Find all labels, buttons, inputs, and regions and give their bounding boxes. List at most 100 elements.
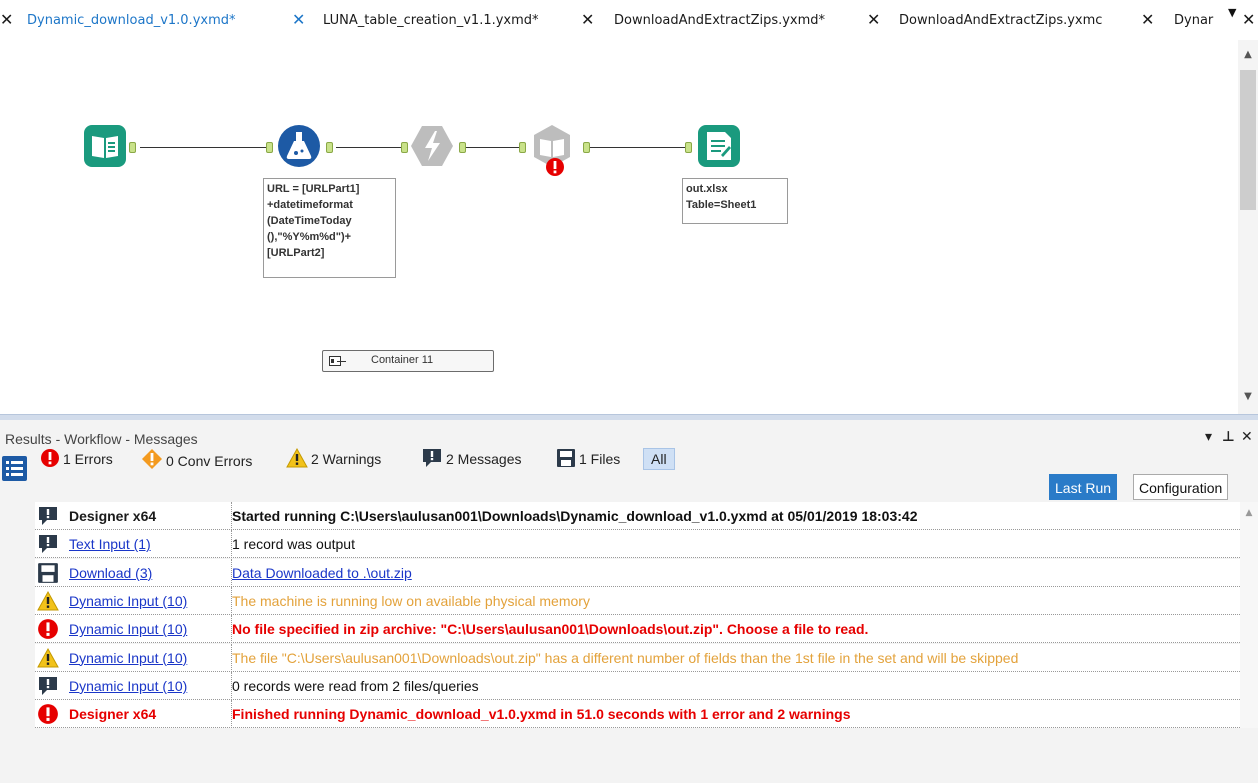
results-panel: Results - Workflow - Messages ▾ ⊥ ✕ ··· …	[0, 420, 1258, 783]
filter-all[interactable]: All	[643, 448, 675, 470]
tab-overflow-dropdown-icon[interactable]: ▼	[1228, 6, 1236, 19]
message-row[interactable]: Text Input (1) 1 record was output	[35, 530, 1240, 559]
message-text: The machine is running low on available …	[231, 586, 1236, 615]
container-label: Container 11	[371, 354, 434, 366]
message-text: Started running C:\Users\aulusan001\Down…	[231, 502, 1236, 530]
error-icon	[37, 703, 59, 725]
input-anchor[interactable]	[519, 142, 526, 153]
tab-dynar[interactable]: Dynar	[1174, 11, 1213, 31]
file-save-icon	[37, 562, 59, 584]
input-anchor[interactable]	[685, 142, 692, 153]
close-tab-icon[interactable]: ✕	[867, 9, 880, 31]
error-icon	[37, 618, 59, 640]
panel-menu-dropdown-icon[interactable]: ▾	[1205, 429, 1212, 445]
formula-tool[interactable]	[277, 124, 321, 168]
panel-title: Results - Workflow - Messages	[5, 431, 198, 447]
message-row[interactable]: Designer x64 Finished running Dynamic_dow…	[35, 700, 1240, 729]
output-anchor[interactable]	[129, 142, 136, 153]
close-tab-icon[interactable]: ✕	[0, 9, 13, 31]
scrollbar-thumb[interactable]	[1240, 70, 1256, 210]
output-annotation: out.xlsx Table=Sheet1	[682, 178, 788, 224]
message-source: Designer x64	[69, 508, 157, 524]
warning-icon	[37, 590, 59, 612]
message-source[interactable]: Text Input (1)	[69, 530, 225, 558]
output-anchor[interactable]	[459, 142, 466, 153]
output-data-tool[interactable]	[697, 124, 741, 168]
output-anchor[interactable]	[326, 142, 333, 153]
close-tab-icon[interactable]: ✕	[1242, 9, 1255, 31]
message-source: Designer x64	[69, 706, 157, 723]
tab-dynamic-download[interactable]: Dynamic_download_v1.0.yxmd*	[27, 11, 236, 31]
input-anchor[interactable]	[266, 142, 273, 153]
connection-line	[336, 147, 402, 148]
filter-errors[interactable]: 1 Errors	[40, 448, 113, 470]
warning-icon	[286, 447, 308, 468]
message-text: The file "C:\Users\aulusan001\Downloads\…	[231, 643, 1236, 672]
scroll-down-icon[interactable]: ▼	[1238, 388, 1258, 406]
close-tab-icon[interactable]: ✕	[581, 9, 594, 31]
workflow-canvas[interactable]: URL = [URLPart1] +datetimeformat (DateTi…	[0, 40, 1238, 414]
output-anchor[interactable]	[583, 142, 590, 153]
filter-errors-label: 1 Errors	[63, 451, 113, 467]
message-text: Finished running Dynamic_download_v1.0.y…	[231, 700, 1236, 729]
list-view-icon[interactable]	[1, 455, 28, 482]
message-text: 0 records were read from 2 files/queries	[231, 671, 1236, 700]
filter-warnings[interactable]: 2 Warnings	[286, 447, 382, 470]
message-text: 1 record was output	[231, 530, 1236, 559]
message-text[interactable]: Data Downloaded to .\out.zip	[231, 558, 1236, 587]
message-source[interactable]: Dynamic Input (10)	[69, 672, 225, 700]
warning-icon	[37, 647, 59, 669]
flask-icon	[278, 125, 320, 167]
message-icon	[37, 675, 59, 697]
message-row[interactable]: Dynamic Input (10) The file "C:\Users\aul…	[35, 643, 1240, 672]
message-row[interactable]: Designer x64 Started running C:\Users\aul…	[35, 502, 1240, 530]
close-panel-icon[interactable]: ✕	[1241, 429, 1253, 445]
tab-download-extract-zips-yxmd[interactable]: DownloadAndExtractZips.yxmd*	[614, 11, 825, 31]
message-row[interactable]: Download (3) Data Downloaded to .\out.zip	[35, 558, 1240, 587]
filter-conv-errors[interactable]: 0 Conv Errors	[141, 448, 252, 470]
error-indicator-icon	[545, 157, 565, 177]
last-run-tab[interactable]: Last Run	[1049, 474, 1118, 500]
input-anchor[interactable]	[401, 142, 408, 153]
scroll-up-icon[interactable]: ▲	[1238, 46, 1258, 64]
message-icon	[37, 505, 59, 527]
filter-messages-label: 2 Messages	[446, 451, 522, 467]
connection-line	[590, 147, 686, 148]
tool-container[interactable]: Container 11	[322, 350, 494, 372]
tab-download-extract-zips-yxmc[interactable]: DownloadAndExtractZips.yxmc	[899, 11, 1102, 31]
message-source[interactable]: Dynamic Input (10)	[69, 615, 225, 643]
message-row[interactable]: Dynamic Input (10) The machine is running…	[35, 586, 1240, 615]
download-tool[interactable]	[410, 124, 454, 168]
conversion-error-icon	[142, 449, 162, 469]
connection-line	[140, 147, 266, 148]
formula-annotation: URL = [URLPart1] +datetimeformat (DateTi…	[263, 178, 396, 278]
message-row[interactable]: Dynamic Input (10) 0 records were read fr…	[35, 671, 1240, 700]
filter-warnings-label: 2 Warnings	[311, 451, 382, 467]
filter-messages[interactable]: 2 Messages	[421, 448, 521, 470]
file-save-icon	[557, 449, 575, 467]
error-icon	[41, 449, 59, 467]
messages-vertical-scrollbar[interactable]: ▲	[1240, 502, 1258, 728]
configuration-tab[interactable]: Configuration	[1133, 474, 1229, 500]
document-icon	[698, 125, 740, 167]
connection-line	[466, 147, 520, 148]
tab-luna-table-creation[interactable]: LUNA_table_creation_v1.1.yxmd*	[323, 11, 539, 31]
close-tab-icon[interactable]: ✕	[1141, 9, 1154, 31]
message-source[interactable]: Download (3)	[69, 559, 225, 587]
lightning-icon	[411, 126, 453, 166]
pin-icon[interactable]: ⊥	[1222, 429, 1235, 445]
input-data-tool[interactable]	[83, 124, 127, 168]
message-text: No file specified in zip archive: "C:\Us…	[231, 615, 1236, 644]
canvas-vertical-scrollbar[interactable]: ▲ ▼	[1238, 40, 1258, 414]
message-source[interactable]: Dynamic Input (10)	[69, 644, 225, 672]
book-icon	[84, 125, 126, 167]
filter-conv-errors-label: 0 Conv Errors	[166, 453, 253, 469]
close-tab-icon[interactable]: ✕	[292, 9, 305, 31]
scroll-up-icon[interactable]: ▲	[1240, 508, 1258, 518]
message-row[interactable]: Dynamic Input (10) No file specified in z…	[35, 615, 1240, 644]
message-icon	[37, 533, 59, 555]
filter-files[interactable]: 1 Files	[556, 448, 620, 470]
message-source[interactable]: Dynamic Input (10)	[69, 587, 225, 615]
container-toggle-icon[interactable]	[329, 356, 346, 366]
document-tab-bar: ✕ Dynamic_download_v1.0.yxmd* ✕ LUNA_tab…	[0, 0, 1258, 40]
